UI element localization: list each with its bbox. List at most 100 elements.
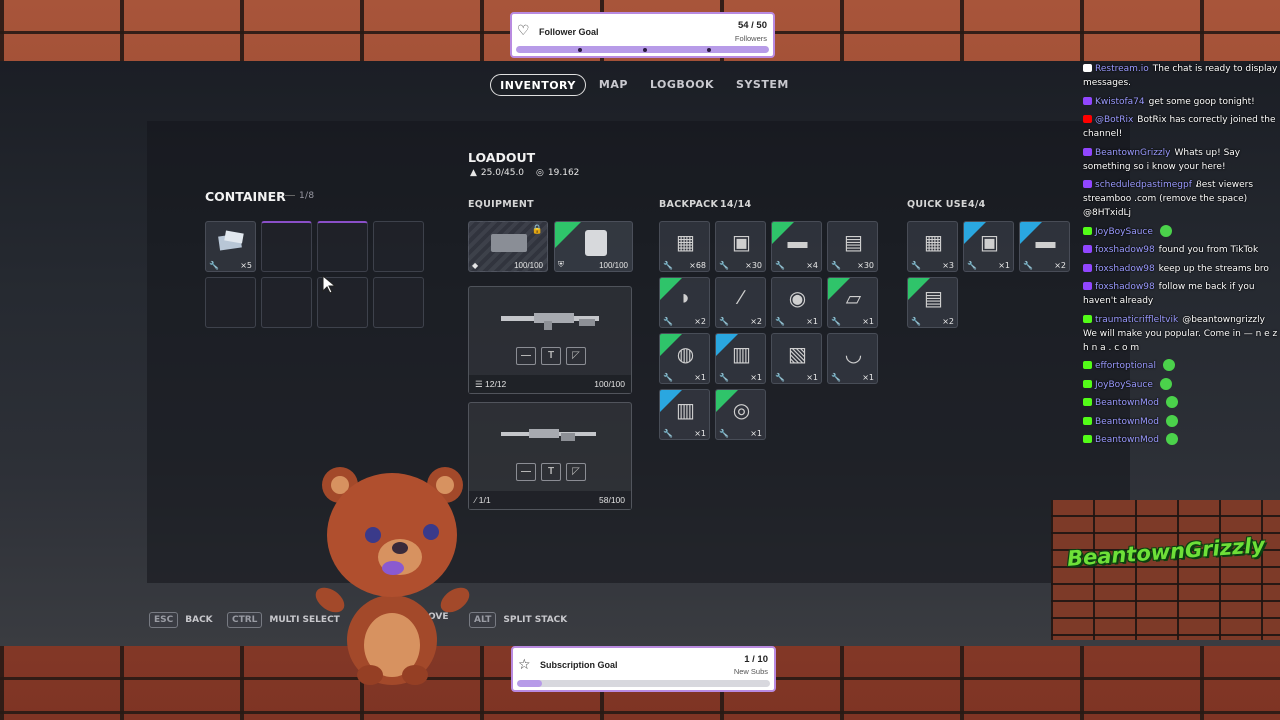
tab-system[interactable]: SYSTEM bbox=[727, 74, 798, 96]
rarity-indicator bbox=[555, 222, 581, 248]
shield-durability: 100/100 bbox=[599, 261, 628, 270]
tab-logbook[interactable]: LOGBOOK bbox=[641, 74, 723, 96]
backpack-slot[interactable]: ◎ 🔧 ×1 bbox=[715, 389, 766, 440]
chat-text: get some goop tonight! bbox=[1148, 96, 1255, 107]
container-slot[interactable] bbox=[261, 221, 312, 272]
item-count: ×68 bbox=[689, 261, 706, 270]
item-icon: ◗ bbox=[679, 286, 692, 309]
augment-icon bbox=[491, 234, 527, 252]
emote-icon bbox=[1166, 396, 1179, 408]
item-type-icon: 🔧 bbox=[831, 317, 841, 326]
scrap-icon bbox=[214, 228, 249, 256]
shield-slot[interactable]: ⛨ 100/100 bbox=[554, 221, 633, 272]
hint-split-stack[interactable]: ALT SPLIT STACK bbox=[469, 612, 567, 628]
item-type-icon: 🔧 bbox=[719, 429, 729, 438]
backpack-slot[interactable]: ◡ 🔧 ×1 bbox=[827, 333, 878, 384]
underbarrel-attachment-icon[interactable]: T bbox=[541, 463, 561, 481]
quick-use-slot[interactable]: ▣ 🔧 ×1 bbox=[963, 221, 1014, 272]
shield-icon bbox=[585, 230, 607, 256]
underbarrel-attachment-icon[interactable]: T bbox=[541, 347, 561, 365]
container-slot[interactable] bbox=[373, 221, 424, 272]
twitch-icon bbox=[1083, 147, 1092, 156]
backpack-slot[interactable]: ▥ 🔧 ×1 bbox=[715, 333, 766, 384]
chat-message: BeantownMod bbox=[1083, 414, 1278, 429]
quick-use-slot[interactable]: ▦ 🔧 ×3 bbox=[907, 221, 958, 272]
item-count: ×2 bbox=[1054, 261, 1066, 270]
channel-logo: BeantownGrizzly bbox=[1051, 500, 1280, 640]
muzzle-attachment-icon[interactable]: — bbox=[516, 347, 536, 365]
item-type-icon: 🔧 bbox=[719, 373, 729, 382]
backpack-slot[interactable]: ∕ 🔧 ×2 bbox=[715, 277, 766, 328]
key-ctrl: CTRL bbox=[227, 612, 263, 628]
equipment-title: EQUIPMENT bbox=[468, 199, 534, 210]
item-count: ×3 bbox=[942, 261, 954, 270]
chat-message: BeantownMod bbox=[1083, 396, 1278, 410]
item-count: ×1 bbox=[750, 373, 762, 382]
weapon-slot-2[interactable]: — T ◸ ⁄ 1/1 58/100 bbox=[468, 402, 632, 510]
key-esc: ESC bbox=[149, 612, 179, 628]
twitch-icon bbox=[1083, 245, 1092, 253]
item-icon: ▦ bbox=[676, 231, 695, 254]
weapon-1-footer: ☰ 12/12 100/100 bbox=[469, 375, 631, 393]
stream-chat: Restream.io The chat is ready to display … bbox=[1083, 62, 1278, 452]
backpack-count: 14/14 bbox=[720, 199, 752, 210]
item-icon: ▱ bbox=[845, 287, 862, 310]
emote-icon bbox=[1159, 377, 1172, 390]
hint-back[interactable]: ESC BACK bbox=[149, 612, 213, 628]
subscription-goal-fill bbox=[517, 680, 543, 687]
stock-attachment-icon[interactable]: ◸ bbox=[566, 347, 586, 365]
item-icon: ◍ bbox=[676, 343, 695, 366]
chat-username: Restream.io bbox=[1095, 64, 1149, 74]
rifle-icon bbox=[501, 313, 599, 330]
kick-icon bbox=[1083, 435, 1092, 443]
quick-use-count: 4/4 bbox=[968, 199, 986, 210]
chat-text: found you from TikTok bbox=[1158, 245, 1259, 255]
item-type-icon: 🔧 bbox=[1023, 261, 1033, 270]
tab-map[interactable]: MAP bbox=[590, 74, 637, 96]
backpack-slot[interactable]: ▬ 🔧 ×4 bbox=[771, 221, 822, 272]
item-icon: ▥ bbox=[676, 399, 695, 422]
backpack-slot[interactable]: ▧ 🔧 ×1 bbox=[771, 333, 822, 384]
quick-use-slot[interactable]: ▬ 🔧 ×2 bbox=[1019, 221, 1070, 272]
backpack-slot[interactable]: ▣ 🔧 ×30 bbox=[715, 221, 766, 272]
quick-use-slot[interactable]: ▤ 🔧 ×2 bbox=[907, 277, 958, 328]
weapon-2-footer: ⁄ 1/1 58/100 bbox=[469, 491, 631, 509]
chat-message: JoyBoySauce bbox=[1083, 224, 1278, 239]
chat-username: @BotRix bbox=[1095, 115, 1134, 125]
container-slot[interactable] bbox=[373, 277, 424, 328]
kick-icon bbox=[1083, 379, 1092, 388]
loadout-weight: 25.0/45.0 bbox=[480, 168, 525, 178]
item-type-icon: 🔧 bbox=[663, 317, 673, 326]
backpack-slot[interactable]: ▥ 🔧 ×1 bbox=[659, 389, 710, 440]
follower-goal-widget: ♡ Follower Goal 54 / 50 Followers bbox=[510, 12, 775, 58]
container-slot[interactable]: 🔧 ×5 bbox=[205, 221, 256, 272]
tab-inventory[interactable]: INVENTORY bbox=[490, 74, 586, 96]
backpack-slot[interactable]: ▦ 🔧 ×68 bbox=[659, 221, 710, 272]
backpack-slot[interactable]: ▤ 🔧 ×30 bbox=[827, 221, 878, 272]
muzzle-attachment-icon[interactable]: — bbox=[516, 463, 536, 481]
chat-message: Restream.io The chat is ready to display … bbox=[1083, 62, 1278, 90]
item-type-icon: 🔧 bbox=[911, 261, 921, 270]
item-count: ×1 bbox=[806, 317, 818, 326]
stock-attachment-icon[interactable]: ◸ bbox=[566, 463, 586, 481]
kick-icon bbox=[1083, 398, 1092, 406]
backpack-slot[interactable]: ◉ 🔧 ×1 bbox=[771, 277, 822, 328]
backpack-slot[interactable]: ▱ 🔧 ×1 bbox=[827, 277, 878, 328]
item-icon: ▤ bbox=[924, 287, 943, 310]
container-slot[interactable] bbox=[317, 221, 368, 272]
weapon-2-durability: 58/100 bbox=[599, 495, 625, 505]
subscription-goal-bar bbox=[517, 680, 770, 687]
subscription-goal-value: 1 / 10 bbox=[744, 654, 768, 665]
chat-username: JoyBoySauce bbox=[1095, 226, 1153, 237]
item-count: ×1 bbox=[862, 317, 874, 326]
backpack-slot[interactable]: ◗ 🔧 ×2 bbox=[659, 277, 710, 328]
augment-slot[interactable]: 🔒 ◆ 100/100 bbox=[468, 221, 548, 272]
weapon-slot-1[interactable]: — T ◸ ☰ 12/12 100/100 bbox=[468, 286, 632, 394]
container-slot[interactable] bbox=[205, 277, 256, 328]
chat-message: JoyBoySauce bbox=[1083, 377, 1278, 392]
container-slot[interactable] bbox=[261, 277, 312, 328]
chat-username: BeantownGrizzly bbox=[1095, 147, 1171, 158]
wrench-icon: 🔧 bbox=[209, 261, 219, 270]
backpack-slot[interactable]: ◍ 🔧 ×1 bbox=[659, 333, 710, 384]
container-count: 1/8 bbox=[299, 191, 315, 201]
